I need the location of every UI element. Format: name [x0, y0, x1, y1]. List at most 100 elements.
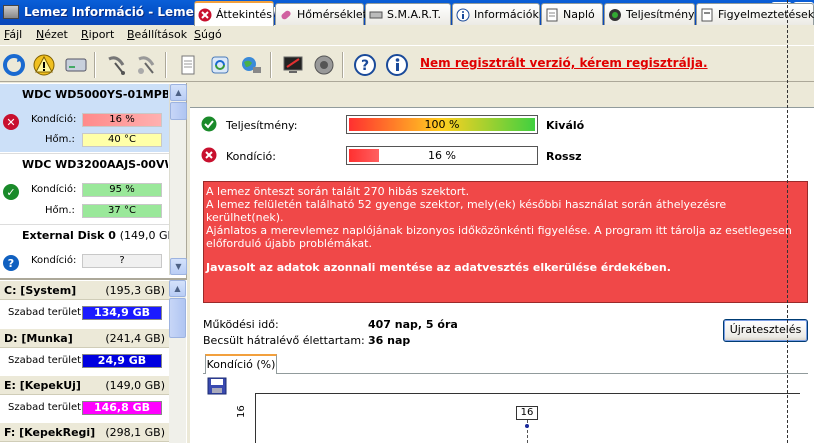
scroll-thumb[interactable]	[169, 298, 186, 338]
network-icon[interactable]	[238, 52, 264, 78]
remaining-life-label: Becsült hátralévő élettartam:	[203, 334, 365, 347]
disk-list-scrollbar[interactable]: ▲ ▼	[169, 84, 187, 275]
volume-name: F: [KepekRegi]	[4, 426, 96, 439]
unknown-icon: ?	[3, 255, 19, 271]
disk-name: WDC WD5000YS-01MPB1	[22, 88, 168, 101]
menu-view[interactable]: Nézet	[36, 28, 68, 41]
free-space-value: 24,9 GB	[82, 354, 162, 368]
free-space-label: Szabad terület	[8, 355, 82, 366]
volume-list-scrollbar[interactable]: ▲	[169, 280, 186, 443]
ok-icon	[201, 116, 217, 132]
temperature-label: Hőm.:	[45, 134, 75, 145]
tab-information[interactable]: Információk	[452, 3, 540, 25]
condition-value: 95 %	[82, 183, 162, 197]
free-space-label: Szabad terület	[8, 307, 82, 318]
volume-item-d[interactable]: D: [Munka] (241,4 GB) Szabad terület 24,…	[0, 329, 169, 375]
condition-value: ?	[82, 254, 162, 268]
speaker-icon[interactable]	[311, 52, 337, 78]
alert-message: A lemez önteszt során talált 270 hibás s…	[203, 181, 808, 303]
tab-condition-chart[interactable]: Kondíció (%)	[205, 354, 277, 374]
thermometer-icon	[279, 8, 293, 22]
tab-warnings[interactable]: Figyelmeztetések	[696, 3, 814, 25]
sync-icon[interactable]	[207, 52, 233, 78]
alert-line: Ajánlatos a merevlemez naplójának bizony…	[206, 224, 792, 250]
monitor-icon[interactable]	[280, 52, 306, 78]
app-icon	[3, 5, 19, 19]
scroll-up-icon[interactable]: ▲	[170, 84, 187, 101]
tab-bar	[190, 83, 814, 108]
satellite-icon[interactable]	[104, 52, 130, 78]
temperature-label: Hőm.:	[45, 205, 75, 216]
disk-item-0[interactable]: WDC WD5000YS-01MPB1 ✕ Kondíció: 16 % Hőm…	[0, 84, 169, 152]
toolbar-separator	[165, 52, 167, 78]
info-icon	[456, 8, 470, 22]
condition-value: 16 %	[82, 113, 162, 127]
performance-verdict: Kiváló	[546, 119, 585, 132]
menu-help[interactable]: Súgó	[194, 28, 222, 41]
tab-temperature[interactable]: Hőmérséklet	[275, 3, 367, 25]
satellite-settings-icon[interactable]	[134, 52, 160, 78]
disk-name: External Disk 0 (149,0 GB)	[22, 229, 180, 242]
toolbar-separator	[94, 52, 96, 78]
volume-name: E: [KepekUj]	[4, 379, 81, 392]
volume-size: (195,3 GB)	[105, 284, 165, 297]
volume-name: C: [System]	[4, 284, 77, 297]
warning-icon[interactable]	[31, 52, 57, 78]
uptime-label: Működési idő:	[203, 318, 279, 331]
uptime-value: 407 nap, 5 óra	[368, 318, 458, 331]
free-space-value: 146,8 GB	[82, 401, 162, 415]
performance-value: 100 %	[424, 118, 460, 131]
volume-item-c[interactable]: C: [System] (195,3 GB) Szabad terület 13…	[0, 281, 169, 327]
free-space-value: 134,9 GB	[82, 306, 162, 320]
menu-report[interactable]: Riport	[81, 28, 114, 41]
temperature-value: 40 °C	[82, 133, 162, 147]
volume-name: D: [Munka]	[4, 332, 73, 345]
tab-smart[interactable]: S.M.A.R.T.	[365, 3, 451, 25]
menu-file[interactable]: Fájl	[4, 28, 22, 41]
volume-item-f[interactable]: F: [KepekRegi] (298,1 GB)	[0, 423, 169, 443]
toolbar-separator	[342, 52, 344, 78]
volume-size: (149,0 GB)	[105, 379, 165, 392]
tab-overview[interactable]: Áttekintés	[194, 1, 274, 26]
scroll-thumb[interactable]	[170, 102, 187, 120]
condition-label: Kondíció:	[31, 184, 77, 195]
tab-log[interactable]: Napló	[541, 3, 603, 25]
chart-data-label: 16	[516, 406, 538, 420]
refresh-icon[interactable]	[1, 52, 27, 78]
toolbar-separator	[270, 52, 272, 78]
alert-line: A lemez felületén található 52 gyenge sz…	[206, 198, 727, 224]
remaining-life-value: 36 nap	[368, 334, 411, 347]
error-icon: ✕	[3, 114, 19, 130]
condition-label: Kondíció:	[31, 255, 77, 266]
document-icon[interactable]	[175, 52, 201, 78]
disk-name: WDC WD3200AAJS-00VWA0	[22, 158, 168, 171]
help-icon[interactable]: ?	[352, 52, 378, 78]
chart-data-point	[525, 424, 529, 428]
info-icon[interactable]	[384, 52, 410, 78]
unregistered-link[interactable]: Nem regisztrált verzió, kérem regisztrál…	[420, 56, 708, 70]
svg-text:?: ?	[361, 58, 369, 74]
save-icon[interactable]	[207, 377, 227, 395]
condition-label: Kondíció:	[31, 114, 77, 125]
chart-y-tick: 16	[236, 405, 247, 418]
screen-guide-line	[787, 0, 788, 443]
volume-size: (298,1 GB)	[105, 426, 165, 439]
volume-size: (241,4 GB)	[105, 332, 165, 345]
condition-verdict: Rossz	[546, 150, 582, 163]
free-space-label: Szabad terület	[8, 402, 82, 413]
condition-label: Kondíció:	[226, 150, 276, 163]
drive-icon[interactable]	[63, 52, 89, 78]
disk-item-1[interactable]: WDC WD3200AAJS-00VWA0 ✓ Kondíció: 95 % H…	[0, 153, 169, 223]
alert-line: A lemez önteszt során talált 270 hibás s…	[206, 185, 470, 198]
disk-item-2[interactable]: External Disk 0 (149,0 GB) ? Kondíció: ?	[0, 224, 179, 276]
volume-item-e[interactable]: E: [KepekUj] (149,0 GB) Szabad terület 1…	[0, 376, 169, 422]
alert-recommendation: Javasolt az adatok azonnali mentése az a…	[206, 261, 671, 274]
scroll-down-icon[interactable]: ▼	[170, 258, 187, 275]
retest-button[interactable]: Újratesztelés	[723, 319, 808, 342]
menu-settings[interactable]: Beállítások	[127, 28, 187, 41]
scroll-up-icon[interactable]: ▲	[169, 280, 186, 297]
tab-performance[interactable]: Teljesítmény	[604, 3, 695, 25]
warning-doc-icon	[700, 8, 714, 22]
chart-top-border	[255, 393, 800, 394]
menu-bar: Fájl Nézet Riport Beállítások Súgó	[0, 25, 814, 45]
